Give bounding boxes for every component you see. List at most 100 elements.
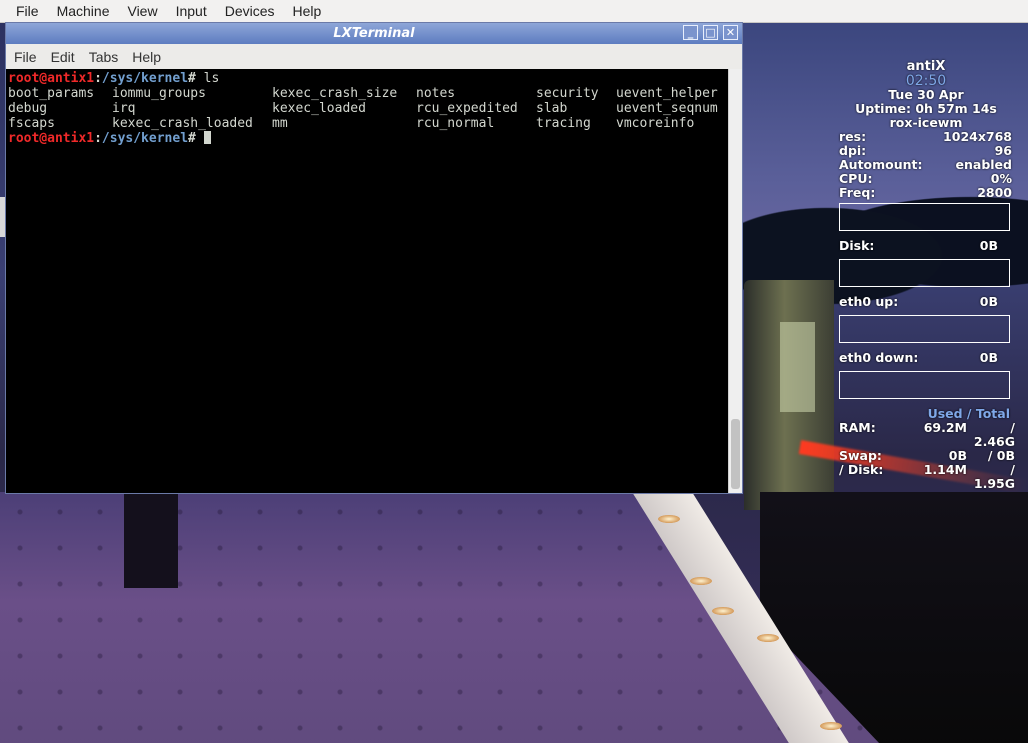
close-button[interactable]: ✕ [723,25,738,40]
conky-eth-up-graph [839,315,1010,343]
ls-entry: tracing [536,116,591,131]
conky-stat-freq: Freq: 2800 [836,186,1016,200]
terminal-command-line: root@antix1:/sys/kernel# ls [8,71,726,86]
prompt-symbol: # [188,131,196,146]
menu-machine[interactable]: Machine [48,0,119,22]
wallpaper-lamp [658,515,680,523]
ls-entry: uevent_seqnum [616,101,718,116]
terminal-menu-help[interactable]: Help [125,49,168,65]
conky-mem-total: / 0B [987,448,1015,463]
terminal-menubar: File Edit Tabs Help [6,44,742,70]
ls-entry: boot_params [8,86,95,101]
wallpaper-train-window [780,322,815,412]
conky-eth-up-label: eth0 up: [839,294,899,309]
conky-stat-value: 1024x768 [943,129,1012,144]
conky-cpu-graph [839,203,1010,231]
terminal-scrollbar[interactable] [728,69,742,493]
conky-eth-down-graph [839,371,1010,399]
ls-entry: fscaps [8,116,55,131]
conky-stat-value: 2800 [977,185,1012,200]
conky-disk-value: 0B [979,238,998,253]
conky-mem-label: / Disk: [839,462,884,477]
conky-stat-automount: Automount: enabled [836,158,1016,172]
conky-mem-label: RAM: [839,420,876,435]
conky-eth-down-label: eth0 down: [839,350,919,365]
conky-window-manager: rox-icewm [889,115,963,130]
menu-devices[interactable]: Devices [216,0,284,22]
terminal-menu-edit[interactable]: Edit [44,49,82,65]
ls-entry: uevent_helper [616,86,718,101]
maximize-icon: □ [705,26,716,39]
prompt-user: root@antix1 [8,131,95,146]
host-menubar: File Machine View Input Devices Help [0,0,1028,23]
minimize-button[interactable]: _ [683,25,698,40]
wallpaper-pillar [124,492,178,588]
wallpaper-lamp [712,607,734,615]
window-title: LXTerminal [333,26,415,41]
conky-used-total-header: Used / Total [927,406,1010,421]
ls-entry: kexec_crash_loaded [112,116,253,131]
prompt-separator: : [94,131,102,146]
conky-stat-res: res: 1024x768 [836,130,1016,144]
menu-file[interactable]: File [0,0,48,22]
ls-entry: slab [536,101,568,116]
ls-entry: rcu_normal [416,116,495,131]
conky-hostname: antiX [906,59,946,74]
conky-stat-value: 96 [994,143,1012,158]
conky-date: Tue 30 Apr [888,87,964,102]
prompt-path: /sys/kernel [101,131,189,146]
terminal-output[interactable]: root@antix1:/sys/kernel# ls boot_params … [6,69,728,493]
terminal-command: ls [195,71,220,86]
ls-entry: notes [416,86,456,101]
terminal-cursor [203,131,211,144]
menu-input[interactable]: Input [167,0,216,22]
conky-mem-swap: Swap: 0B / 0B [836,449,1016,463]
minimize-icon: _ [687,26,694,39]
conky-mem-label: Swap: [839,448,882,463]
terminal-menu-file[interactable]: File [6,49,44,65]
conky-stat-label: Automount: [839,157,923,172]
ls-entry: iommu_groups [112,86,206,101]
ls-entry: kexec_loaded [272,101,366,116]
conky-eth-up-value: 0B [979,294,998,309]
ls-entry: debug [8,101,48,116]
ls-output: boot_params iommu_groups kexec_crash_siz… [8,86,726,131]
conky-stat-label: Freq: [839,185,876,200]
ls-entry: rcu_expedited [416,101,518,116]
menu-help[interactable]: Help [284,0,331,22]
prompt-user: root@antix1 [8,71,95,86]
lxterminal-window: LXTerminal _ □ ✕ File Edit Tabs Help roo… [6,23,742,493]
conky-stat-value: enabled [955,157,1012,172]
conky-disk-graph [839,259,1010,287]
conky-stat-cpu: CPU: 0% [836,172,1016,186]
wallpaper-lamp [820,722,842,730]
conky-stat-dpi: dpi: 96 [836,144,1016,158]
conky-stat-value: 0% [990,171,1012,186]
conky-stat-label: res: [839,129,867,144]
conky-panel: antiX 02:50 Tue 30 Apr Uptime: 0h 57m 14… [836,60,1016,491]
wallpaper-lamp [757,634,779,642]
conky-stat-label: CPU: [839,171,873,186]
conky-mem-total: / 2.46G [973,420,1015,449]
conky-eth-down-row: eth0 down: 0B [836,351,1016,365]
conky-stat-label: dpi: [839,143,867,158]
conky-mem-disk: / Disk: 1.14M / 1.95G [836,463,1016,491]
menu-view[interactable]: View [118,0,166,22]
window-titlebar[interactable]: LXTerminal _ □ ✕ [6,23,742,44]
maximize-button[interactable]: □ [703,25,718,40]
conky-eth-down-value: 0B [979,350,998,365]
terminal-menu-tabs[interactable]: Tabs [82,49,126,65]
conky-disk-label: Disk: [839,238,875,253]
ls-entry: vmcoreinfo [616,116,695,131]
conky-mem-used: 1.14M [923,462,967,477]
terminal-prompt-line: root@antix1:/sys/kernel# [8,131,726,146]
ls-entry: irq [112,101,136,116]
conky-mem-ram: RAM: 69.2M / 2.46G [836,421,1016,449]
scrollbar-thumb[interactable] [731,419,740,489]
conky-eth-up-row: eth0 up: 0B [836,295,1016,309]
prompt-symbol: # [188,71,196,86]
ls-entry: security [536,86,599,101]
prompt-separator: : [94,71,102,86]
conky-mem-used: 0B [948,448,967,463]
conky-uptime: Uptime: 0h 57m 14s [855,101,997,116]
